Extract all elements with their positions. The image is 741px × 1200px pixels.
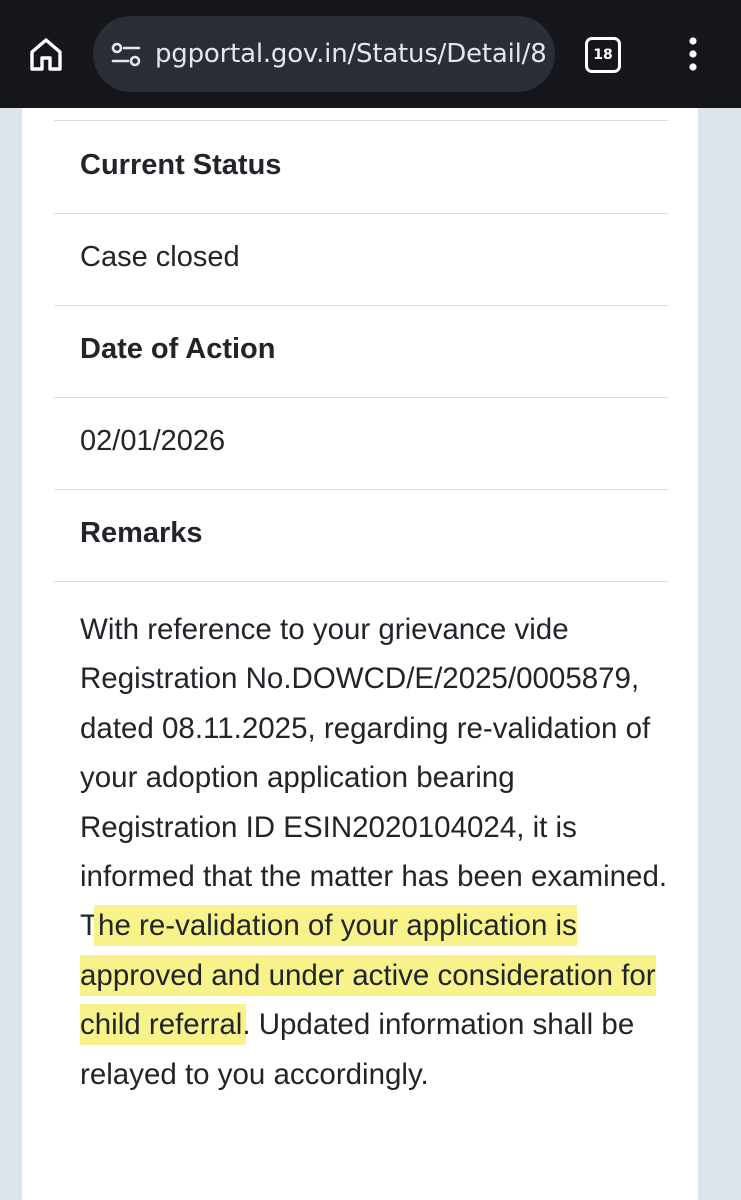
remarks-label-row: Remarks <box>54 490 668 582</box>
more-vert-icon[interactable] <box>678 36 708 72</box>
current-status-label-row: Current Status <box>54 122 668 214</box>
date-of-action-value: 02/01/2026 <box>80 425 226 457</box>
remarks-text-part: With reference to your grievance vide Re… <box>80 613 668 943</box>
date-of-action-label: Date of Action <box>80 333 276 365</box>
tab-switcher-icon[interactable]: 18 <box>585 37 621 73</box>
current-status-label: Current Status <box>80 149 282 181</box>
date-of-action-value-row: 02/01/2026 <box>54 398 668 490</box>
status-detail-card: Current Status Case closed Date of Actio… <box>22 108 698 1200</box>
current-status-value: Case closed <box>80 241 240 273</box>
home-icon[interactable] <box>28 36 64 72</box>
site-settings-icon[interactable] <box>111 41 141 69</box>
address-bar[interactable]: pgportal.gov.in/Status/Detail/8 <box>93 16 555 92</box>
date-of-action-label-row: Date of Action <box>54 306 668 398</box>
remarks-label: Remarks <box>80 517 203 549</box>
page-content: Current Status Case closed Date of Actio… <box>0 108 741 1200</box>
current-status-value-row: Case closed <box>54 214 668 306</box>
browser-toolbar: pgportal.gov.in/Status/Detail/8 18 <box>0 0 741 108</box>
url-text[interactable]: pgportal.gov.in/Status/Detail/8 <box>155 36 547 72</box>
remarks-text: With reference to your grievance vide Re… <box>80 605 670 1099</box>
divider <box>54 120 668 121</box>
tab-count: 18 <box>593 47 613 63</box>
